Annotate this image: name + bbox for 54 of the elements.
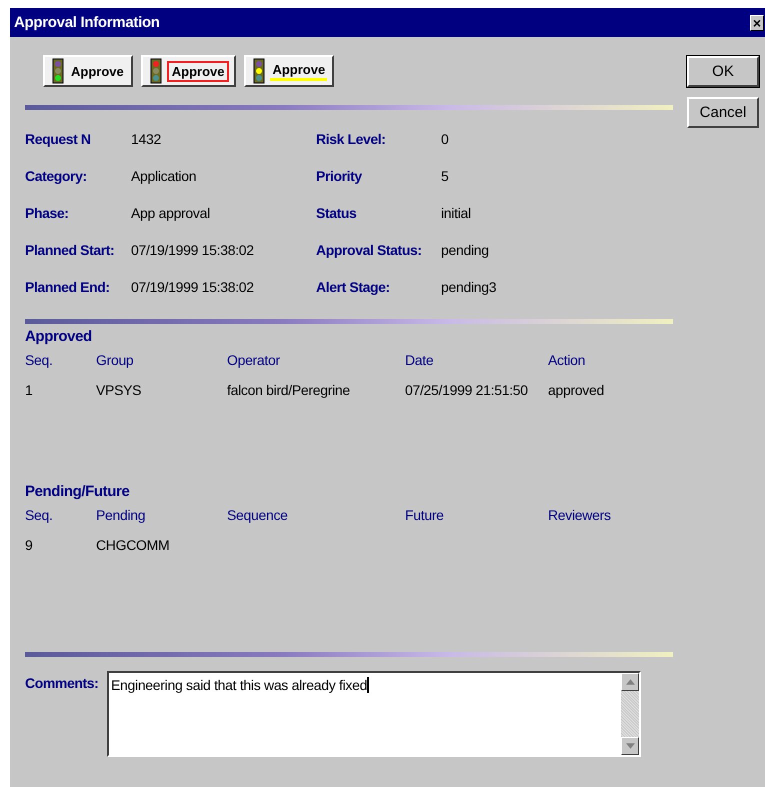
field-label: Category: xyxy=(25,168,88,184)
table-cell-text: 1 xyxy=(25,382,34,398)
field-label: Planned Start: xyxy=(25,242,116,258)
table-cell-text: approved xyxy=(548,382,605,398)
field-label: Alert Stage: xyxy=(316,278,391,294)
scrollbar[interactable] xyxy=(621,673,639,755)
approve-button[interactable]: Approve xyxy=(43,55,133,87)
table-cell-text: 9 xyxy=(25,537,34,553)
field-value: 07/19/1999 15:38:02 xyxy=(131,278,255,294)
table-cell-text: CHGCOMM xyxy=(96,537,170,553)
table-cell-text: 07/25/1999 21:51:50 xyxy=(405,382,529,398)
field-label: Phase: xyxy=(25,204,70,220)
field-label: Risk Level: xyxy=(316,130,387,146)
traffic-light-icon xyxy=(148,58,164,84)
field-label: Status xyxy=(316,204,358,220)
traffic-light-icon xyxy=(50,58,66,84)
column-header: Seq. xyxy=(25,507,54,523)
field-value: Application xyxy=(131,168,198,184)
table-cell-text: falcon bird/Peregrine xyxy=(227,382,351,398)
column-header: Action xyxy=(548,352,586,368)
field-value: 0 xyxy=(441,130,450,146)
approve-button[interactable]: Approve xyxy=(244,55,334,87)
field-value: 07/19/1999 15:38:02 xyxy=(131,242,255,258)
traffic-light-icon xyxy=(251,58,268,84)
table-cell-text: VPSYS xyxy=(96,382,142,398)
approve-button[interactable]: Approve xyxy=(140,55,236,87)
column-header: Date xyxy=(405,352,434,368)
scroll-up-icon[interactable] xyxy=(621,673,639,691)
field-value: 5 xyxy=(441,168,450,184)
dialog-button[interactable]: Cancel xyxy=(687,97,759,128)
dialog-button[interactable]: OK xyxy=(687,56,759,87)
comments-label: Comments: xyxy=(25,674,100,693)
field-value: pending xyxy=(441,242,490,258)
column-header: Sequence xyxy=(227,507,289,523)
column-header: Reviewers xyxy=(548,507,612,523)
field-label: Priority xyxy=(316,168,363,184)
close-button[interactable]: × xyxy=(750,14,764,30)
field-label: Planned End: xyxy=(25,278,111,294)
column-header: Seq. xyxy=(25,352,54,368)
field-value: 1432 xyxy=(131,130,162,146)
comments-field[interactable]: Engineering said that this was already fixed xyxy=(107,671,641,757)
field-value: initial xyxy=(441,204,472,220)
column-header: Pending xyxy=(96,507,146,523)
field-label: Approval Status: xyxy=(316,242,423,258)
scroll-down-icon[interactable] xyxy=(621,737,639,755)
field-label: Request N xyxy=(25,130,92,146)
column-header: Future xyxy=(405,507,445,523)
section-title: Pending/Future xyxy=(25,483,130,500)
column-header: Group xyxy=(96,352,134,368)
field-value: App approval xyxy=(131,204,211,220)
field-value: pending3 xyxy=(441,278,498,294)
window-title: Approval Information xyxy=(14,14,160,31)
section-title: Approved xyxy=(25,328,93,345)
column-header: Operator xyxy=(227,352,281,368)
